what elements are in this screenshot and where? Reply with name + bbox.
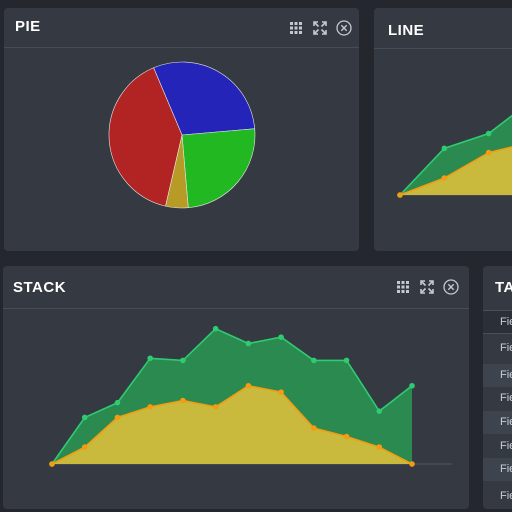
stack-chart xyxy=(49,325,452,467)
series-green-point xyxy=(245,340,252,347)
series-green-point xyxy=(81,414,88,421)
series-yellow-point xyxy=(114,414,121,421)
table-panel-title: TA xyxy=(495,279,512,296)
series-yellow-point xyxy=(81,444,88,450)
table-row[interactable]: Fie xyxy=(483,485,512,508)
pie-chart xyxy=(108,61,256,209)
table-panel: TA Fie Fie Fie Fie Fie Fie Fie Fie xyxy=(483,266,512,509)
table-header-cell: Fie xyxy=(500,316,512,328)
series-green-point xyxy=(180,357,186,364)
pie-panel: PIE xyxy=(4,8,359,251)
series-yellow-point xyxy=(278,389,284,395)
series-yellow-point xyxy=(49,461,55,467)
series-yellow-point xyxy=(397,192,403,198)
series-green-point xyxy=(114,399,121,406)
series-green-point xyxy=(278,334,284,340)
stack-panel: STACK xyxy=(3,266,469,509)
series-yellow-point xyxy=(409,461,415,467)
series-green-point xyxy=(311,357,317,364)
series-yellow-point xyxy=(485,149,492,156)
series-green-point xyxy=(343,357,350,364)
series-yellow-point xyxy=(212,404,219,410)
series-green-point xyxy=(441,145,448,152)
line-chart xyxy=(397,114,512,198)
table-row[interactable]: Fie xyxy=(483,435,512,458)
table-row[interactable]: Fie xyxy=(483,337,512,360)
series-yellow-point xyxy=(180,397,186,404)
table-row[interactable]: Fie xyxy=(483,458,512,481)
series-yellow-point xyxy=(441,175,448,181)
series-yellow-point xyxy=(147,404,153,410)
series-yellow-point xyxy=(245,382,252,389)
table-header[interactable]: Fie xyxy=(483,310,512,334)
series-green-point xyxy=(212,325,219,332)
table-row[interactable]: Fie xyxy=(483,411,512,434)
series-green-point xyxy=(376,408,383,414)
series-green-point xyxy=(409,382,415,389)
pie-slice xyxy=(181,128,256,209)
series-green-point xyxy=(485,130,492,137)
series-yellow-point xyxy=(311,425,317,431)
table-row[interactable]: Fie xyxy=(483,364,512,387)
line-panel: LINE xyxy=(374,8,512,251)
series-yellow-point xyxy=(343,433,350,440)
table-row[interactable]: Fie xyxy=(483,387,512,410)
series-yellow-point xyxy=(376,444,383,450)
series-green-point xyxy=(147,355,153,362)
